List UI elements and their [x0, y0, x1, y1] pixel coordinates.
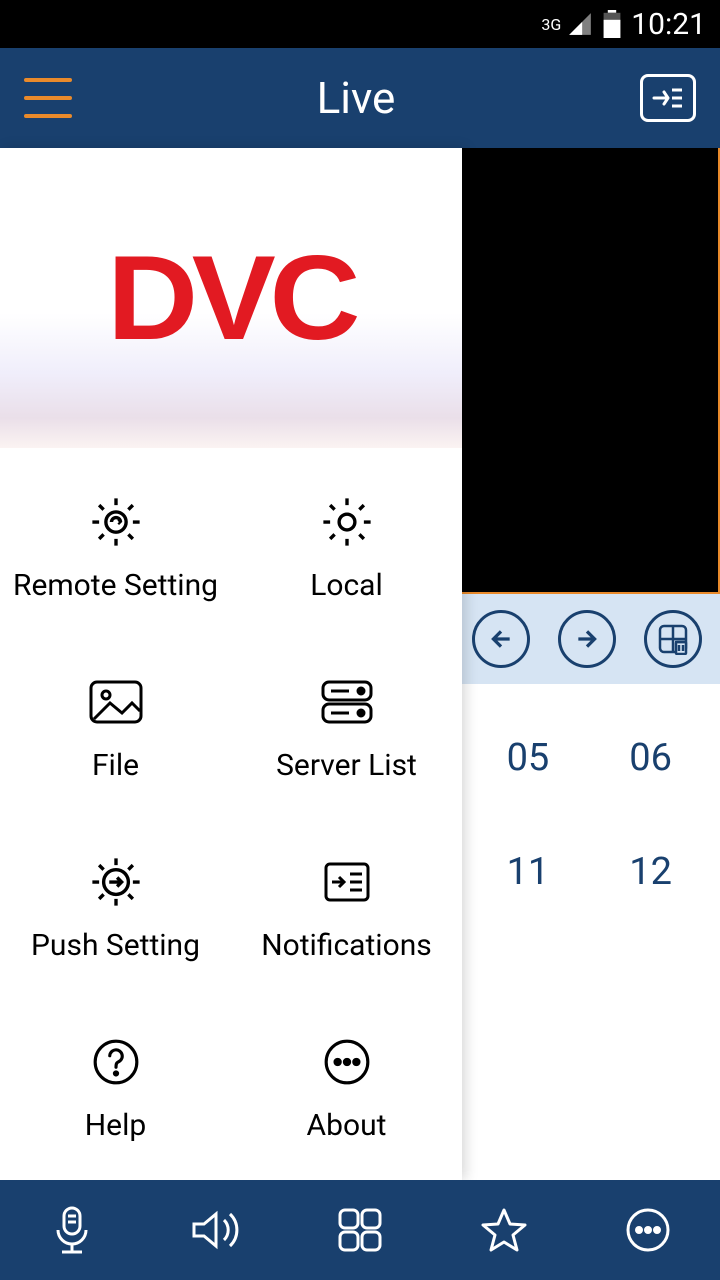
menu-about[interactable]: About — [231, 998, 462, 1178]
notification-icon — [322, 860, 372, 904]
gear-icon — [320, 495, 374, 549]
bottom-toolbar — [0, 1180, 720, 1280]
grid-button[interactable] — [330, 1200, 390, 1260]
channel-12[interactable]: 12 — [629, 850, 672, 894]
help-icon — [91, 1037, 141, 1087]
status-bar: 3G 10:21 — [0, 0, 720, 48]
image-icon — [88, 679, 144, 725]
battery-icon — [603, 10, 621, 38]
menu-remote-setting[interactable]: Remote Setting — [0, 458, 231, 638]
app-header: Live — [0, 48, 720, 148]
side-drawer: DVC Remote Setting Local File Server Li — [0, 148, 462, 1180]
favorite-button[interactable] — [474, 1200, 534, 1260]
menu-label: Notifications — [261, 928, 432, 963]
menu-label: File — [92, 748, 139, 783]
delete-grid-button[interactable] — [644, 610, 702, 668]
more-button[interactable] — [618, 1200, 678, 1260]
menu-notifications[interactable]: Notifications — [231, 818, 462, 998]
menu-label: Server List — [276, 748, 417, 783]
menu-label: Local — [310, 568, 383, 603]
gear-refresh-icon — [89, 495, 143, 549]
more-circle-icon — [322, 1037, 372, 1087]
menu-label: Help — [85, 1108, 146, 1143]
menu-file[interactable]: File — [0, 638, 231, 818]
channel-11[interactable]: 11 — [507, 850, 550, 894]
menu-button[interactable] — [24, 78, 72, 118]
menu-label: About — [307, 1108, 387, 1143]
server-icon — [319, 678, 375, 726]
page-title: Live — [317, 72, 396, 124]
menu-label: Push Setting — [31, 928, 200, 963]
prev-button[interactable] — [472, 610, 530, 668]
menu-help[interactable]: Help — [0, 998, 231, 1178]
menu-push-setting[interactable]: Push Setting — [0, 818, 231, 998]
mic-button[interactable] — [42, 1200, 102, 1260]
menu-local[interactable]: Local — [231, 458, 462, 638]
gear-arrow-icon — [89, 855, 143, 909]
menu-label: Remote Setting — [13, 568, 218, 603]
clock: 10:21 — [631, 7, 706, 42]
menu-server-list[interactable]: Server List — [231, 638, 462, 818]
channel-05[interactable]: 05 — [507, 736, 550, 780]
channel-06[interactable]: 06 — [629, 736, 672, 780]
app-logo: DVC — [107, 229, 354, 367]
signal-icon — [567, 11, 593, 37]
logo-area: DVC — [0, 148, 462, 448]
logout-icon[interactable] — [640, 74, 696, 122]
network-type: 3G — [541, 15, 561, 34]
speaker-button[interactable] — [186, 1200, 246, 1260]
next-button[interactable] — [558, 610, 616, 668]
